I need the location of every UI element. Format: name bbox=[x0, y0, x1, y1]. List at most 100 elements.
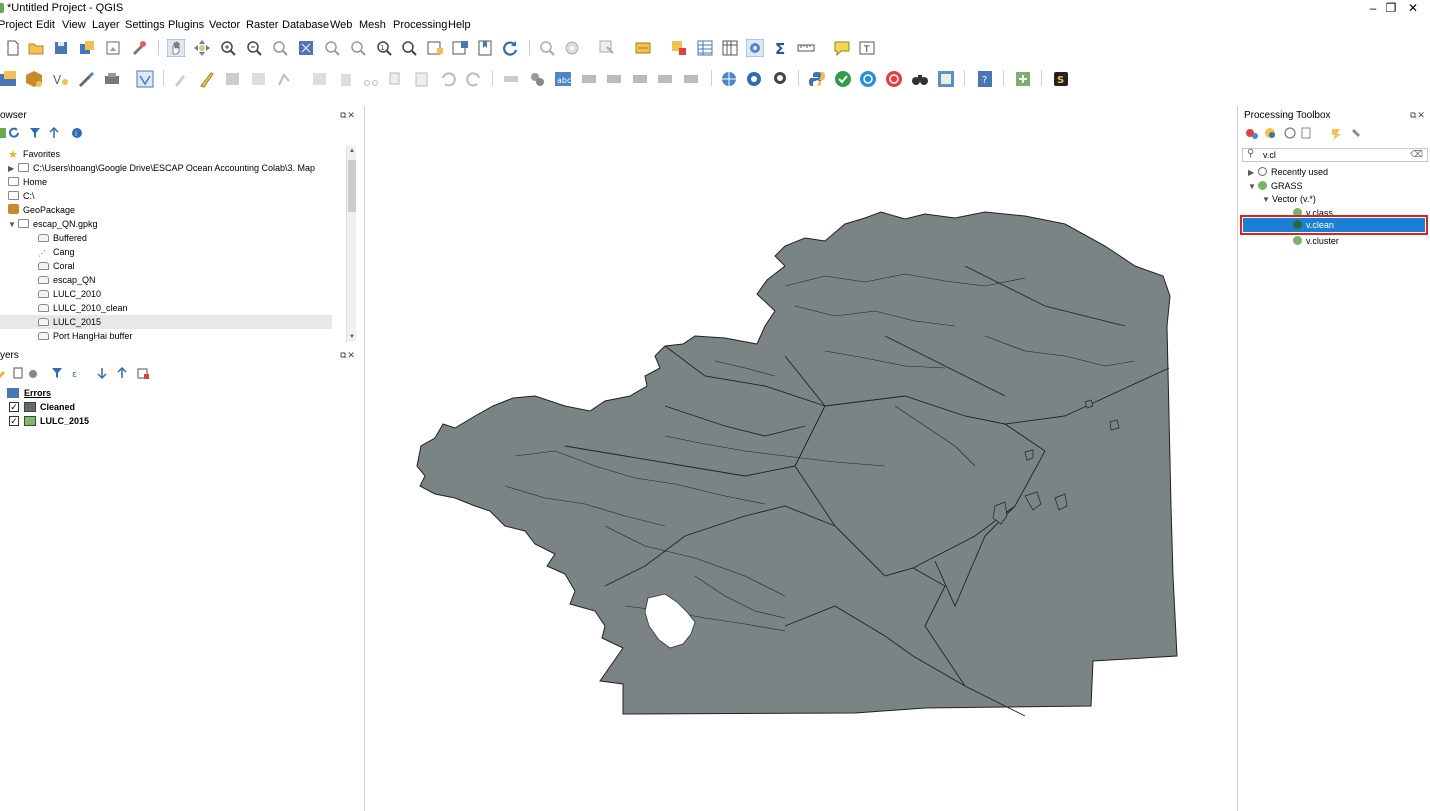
style-manager-icon[interactable] bbox=[130, 39, 148, 57]
vertex-tool-icon[interactable] bbox=[276, 70, 294, 88]
zoom-to-layer-icon[interactable] bbox=[349, 39, 367, 57]
new-3d-view-icon[interactable] bbox=[451, 39, 469, 57]
list-item[interactable]: ⋰ Cang bbox=[38, 245, 75, 259]
help-icon[interactable]: ? bbox=[976, 70, 994, 88]
save-project-icon[interactable] bbox=[52, 39, 70, 57]
list-item[interactable]: ★ Favorites bbox=[8, 147, 60, 161]
new-geopackage-layer-icon[interactable] bbox=[25, 70, 43, 88]
layers-toolbar[interactable]: ε bbox=[0, 366, 158, 380]
rotate-label-icon[interactable] bbox=[631, 70, 649, 88]
plugin-car-icon[interactable] bbox=[771, 70, 789, 88]
map-canvas[interactable] bbox=[364, 106, 1238, 811]
menu-plugins[interactable]: Plugins bbox=[168, 19, 204, 31]
map-tips-icon[interactable] bbox=[833, 39, 851, 57]
paste-features-icon[interactable] bbox=[413, 70, 431, 88]
cut-features-icon[interactable] bbox=[362, 70, 380, 88]
pan-map-icon[interactable] bbox=[167, 39, 185, 57]
processing-toolbox-icon[interactable] bbox=[746, 39, 764, 57]
change-label-icon[interactable] bbox=[656, 70, 674, 88]
menu-raster[interactable]: Raster bbox=[246, 19, 278, 31]
label-toolbar-icon[interactable] bbox=[502, 70, 520, 88]
statistics-sigma-icon[interactable]: Σ bbox=[772, 39, 790, 57]
attribute-table-icon[interactable] bbox=[696, 39, 714, 57]
run-feature-action-icon[interactable] bbox=[563, 39, 581, 57]
python-console-icon[interactable] bbox=[808, 70, 826, 88]
list-item[interactable]: C:\ bbox=[8, 189, 35, 203]
list-item[interactable]: LULC_2010_clean bbox=[38, 301, 128, 315]
menu-layer[interactable]: Layer bbox=[92, 19, 120, 31]
add-feature-icon[interactable] bbox=[250, 70, 268, 88]
zoom-in-icon[interactable] bbox=[219, 39, 237, 57]
zoom-to-selection-icon[interactable] bbox=[323, 39, 341, 57]
browser-toolbar[interactable]: i bbox=[0, 126, 88, 140]
tree-item-vector-group[interactable]: ▼ Vector (v.*) bbox=[1262, 192, 1316, 206]
new-map-view-icon[interactable] bbox=[426, 39, 444, 57]
map-render[interactable] bbox=[365, 106, 1239, 811]
modify-attributes-icon[interactable] bbox=[311, 70, 329, 88]
delete-selected-icon[interactable] bbox=[337, 70, 355, 88]
layer-group-errors[interactable]: Errors bbox=[0, 386, 360, 400]
tree-item-v-cluster[interactable]: v.cluster bbox=[1293, 234, 1339, 248]
text-annotation-icon[interactable]: T bbox=[858, 39, 876, 57]
collapse-arrow-icon[interactable]: ▼ bbox=[1262, 193, 1272, 207]
open-project-icon[interactable] bbox=[27, 39, 45, 57]
scroll-up-icon[interactable]: ▲ bbox=[347, 146, 357, 156]
browser-scrollbar[interactable]: ▲ ▼ bbox=[346, 146, 356, 342]
list-item[interactable]: escap_QN bbox=[38, 273, 96, 287]
deselect-features-icon[interactable] bbox=[670, 39, 688, 57]
zoom-native-icon[interactable]: 1 bbox=[375, 39, 393, 57]
refresh-icon[interactable] bbox=[501, 39, 519, 57]
expand-arrow-icon[interactable]: ▶ bbox=[1248, 166, 1258, 180]
highlight-labels-icon[interactable] bbox=[580, 70, 598, 88]
menu-web[interactable]: Web bbox=[330, 19, 352, 31]
pin-labels-icon[interactable]: abc bbox=[554, 70, 572, 88]
clear-search-icon[interactable]: ⌫ bbox=[1410, 149, 1423, 160]
current-edits-icon[interactable] bbox=[172, 70, 190, 88]
stop-plugin-icon[interactable] bbox=[885, 70, 903, 88]
toolbox-search-box[interactable]: ⚲ ⌫ bbox=[1242, 148, 1428, 162]
menu-help[interactable]: Help bbox=[448, 19, 471, 31]
web-globe-icon[interactable] bbox=[720, 70, 738, 88]
select-by-value-icon[interactable] bbox=[634, 39, 652, 57]
tree-item-recently-used[interactable]: ▶ Recently used bbox=[1248, 165, 1328, 179]
list-item[interactable]: LULC_2010 bbox=[38, 287, 101, 301]
zoom-out-icon[interactable] bbox=[245, 39, 263, 57]
collapse-arrow-icon[interactable]: ▼ bbox=[8, 218, 18, 232]
selected-algorithm-highlight[interactable]: v.clean bbox=[1240, 215, 1428, 235]
plugin-update-icon[interactable] bbox=[1014, 70, 1032, 88]
move-label-icon[interactable] bbox=[605, 70, 623, 88]
menu-project[interactable]: Project bbox=[0, 19, 32, 31]
toolbox-search-input[interactable] bbox=[1263, 149, 1413, 161]
list-item-selected[interactable]: LULC_2015 bbox=[0, 315, 332, 329]
menu-view[interactable]: View bbox=[62, 19, 86, 31]
copy-features-icon[interactable] bbox=[387, 70, 405, 88]
select-features-icon[interactable] bbox=[598, 39, 616, 57]
pan-to-selection-icon[interactable] bbox=[193, 39, 211, 57]
toggle-editing-icon[interactable] bbox=[198, 70, 216, 88]
georeferencer-icon[interactable] bbox=[937, 70, 955, 88]
list-item[interactable]: Home bbox=[8, 175, 47, 189]
check-geometry-icon[interactable] bbox=[834, 70, 852, 88]
save-edits-icon[interactable] bbox=[224, 70, 242, 88]
list-item[interactable]: Coral bbox=[38, 259, 75, 273]
data-source-manager-icon[interactable] bbox=[0, 70, 18, 88]
layers-panel-controls[interactable]: ⧉✕ bbox=[340, 350, 356, 361]
new-project-icon[interactable] bbox=[4, 39, 22, 57]
menu-database[interactable]: Database bbox=[282, 19, 329, 31]
layer-row-lulc-2015[interactable]: ✓ LULC_2015 bbox=[0, 414, 360, 428]
zoom-rubberband-icon[interactable] bbox=[271, 39, 289, 57]
new-shapefile-layer-icon[interactable]: V bbox=[52, 70, 70, 88]
collapse-arrow-icon[interactable]: ▼ bbox=[1248, 180, 1258, 194]
list-item[interactable]: Buffered bbox=[38, 231, 87, 245]
digitize-icon[interactable] bbox=[77, 70, 95, 88]
toolbox-panel-controls[interactable]: ⧉✕ bbox=[1410, 110, 1426, 121]
menu-vector[interactable]: Vector bbox=[209, 19, 240, 31]
measure-line-icon[interactable] bbox=[797, 39, 815, 57]
list-item[interactable]: ▼ escap_QN.gpkg bbox=[8, 217, 98, 231]
expand-arrow-icon[interactable]: ▶ bbox=[8, 162, 18, 176]
menu-mesh[interactable]: Mesh bbox=[359, 19, 386, 31]
virtual-layer-icon[interactable] bbox=[136, 70, 154, 88]
menu-processing[interactable]: Processing bbox=[393, 19, 447, 31]
list-item[interactable]: GeoPackage bbox=[8, 203, 75, 217]
undo-icon[interactable] bbox=[439, 70, 457, 88]
